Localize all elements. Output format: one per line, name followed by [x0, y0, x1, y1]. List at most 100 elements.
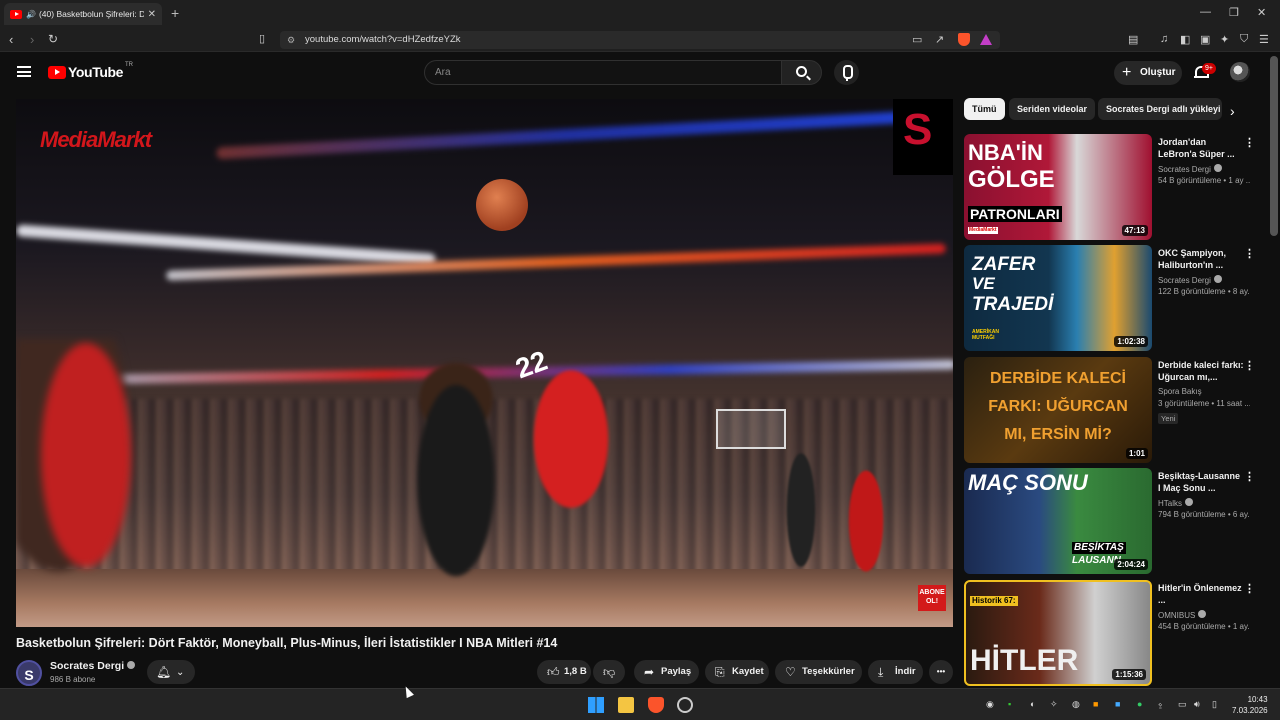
recommendation-title[interactable]: Derbide kaleci farkı: Uğurcan mı,... [1158, 359, 1244, 383]
tray-icon[interactable]: ● [1137, 699, 1142, 709]
new-tab-button[interactable]: + [171, 5, 179, 21]
search-input[interactable]: Ara [424, 60, 782, 85]
close-window-button[interactable]: ✕ [1257, 6, 1266, 19]
site-settings-icon[interactable]: ⚙ [287, 31, 295, 49]
file-explorer-icon[interactable] [618, 697, 634, 713]
recommendation-title[interactable]: Beşiktaş-Lausanne I Maç Sonu ... [1158, 470, 1244, 494]
more-actions-button[interactable]: ••• [929, 660, 953, 684]
thanks-button[interactable]: ♡ Teşekkürler [775, 660, 862, 684]
recommendation-channel[interactable]: Socrates Dergi [1158, 275, 1222, 285]
recommendation-item[interactable]: MAÇ SONU BEŞİKTAŞ LAUSANN 2:04:24 Beşikt… [964, 468, 1264, 574]
thumb-text-line: HİTLER [970, 644, 1079, 677]
sidebar-icon[interactable]: ◧ [1180, 33, 1190, 46]
share-page-icon[interactable]: ↗ [935, 33, 944, 46]
volume-icon[interactable]: 🔊︎ [1194, 699, 1200, 710]
mediamarkt-logo: MediaMarkt [40, 127, 152, 152]
recommendation-item[interactable]: NBA'İN GÖLGE PATRONLARI MediaMarkt 47:13… [964, 134, 1264, 240]
dislike-button[interactable]: 👎︎ [593, 660, 625, 684]
chip-series[interactable]: Seriden videolar [1009, 98, 1096, 120]
tray-icon[interactable]: ◉ [986, 699, 994, 710]
chip-uploader[interactable]: Socrates Dergi adlı yükleyi [1098, 98, 1222, 120]
kebab-menu-icon[interactable]: ⋮ [1244, 136, 1255, 149]
recommendation-item[interactable]: DERBİDE KALECİ FARKI: UĞURCAN MI, ERSİN … [964, 357, 1264, 463]
wallet-icon[interactable]: ▣ [1200, 33, 1210, 46]
tray-icon[interactable]: ■ [1115, 699, 1120, 709]
recommendation-channel[interactable]: Spora Bakış [1158, 387, 1202, 396]
forward-icon[interactable]: › [30, 32, 34, 47]
media-icon[interactable]: ♫ [1160, 33, 1168, 45]
create-button[interactable]: + Oluştur [1114, 61, 1182, 85]
restore-button[interactable]: ❐ [1229, 6, 1239, 19]
brave-rewards-icon[interactable] [980, 34, 992, 45]
blurred-player-left [16, 339, 156, 627]
recommendation-title[interactable]: OKC Şampiyon, Haliburton'ın ... [1158, 247, 1244, 271]
tray-icon[interactable]: ■ [1093, 699, 1098, 709]
page-scrollbar[interactable] [1270, 56, 1278, 236]
brave-browser-icon[interactable] [648, 697, 664, 713]
kebab-menu-icon[interactable]: ⋮ [1244, 582, 1255, 595]
recommendation-thumbnail[interactable]: MAÇ SONU BEŞİKTAŞ LAUSANN 2:04:24 [964, 468, 1152, 574]
network-icon[interactable]: ▭ [1178, 699, 1187, 710]
battery-icon[interactable]: ▯ [1212, 699, 1217, 710]
speaker-icon[interactable]: 🔊 [26, 10, 36, 19]
guide-menu-icon[interactable] [17, 66, 31, 77]
youtube-wordmark: YouTube [68, 64, 124, 80]
minimize-button[interactable]: — [1200, 6, 1211, 18]
notification-bell-button[interactable]: 🔔︎ ⌄ [147, 660, 195, 684]
video-player[interactable]: 22 MediaMarkt S ABONE OL! [16, 99, 953, 627]
voice-search-icon[interactable] [834, 60, 859, 85]
recommendation-item[interactable]: ZAFER VE TRAJEDİ AMERİKAN MUTFAĞI 1:02:3… [964, 245, 1264, 351]
video-title: Basketbolun Şifreleri: Dört Faktör, Mone… [16, 636, 558, 650]
browser-tab-active[interactable]: 🔊 (40) Basketbolun Şifreleri: Dört ✕ [4, 3, 162, 25]
menu-icon[interactable]: ☰ [1259, 33, 1269, 46]
reload-icon[interactable]: ↻ [48, 32, 58, 46]
share-button[interactable]: ➦ Paylaş [634, 660, 699, 684]
recommendation-thumbnail[interactable]: DERBİDE KALECİ FARKI: UĞURCAN MI, ERSİN … [964, 357, 1152, 463]
save-label: Kaydet [732, 666, 764, 677]
recommendation-item[interactable]: Historik 67: HİTLER 1:15:36 Hitler'in Ön… [964, 580, 1264, 686]
like-button[interactable]: 👍︎ 1,8 B [537, 660, 591, 684]
microphone-icon[interactable]: ⍚ [1158, 699, 1163, 710]
kebab-menu-icon[interactable]: ⋮ [1244, 470, 1255, 483]
tray-icon[interactable]: ◐ [1030, 699, 1035, 709]
recommendation-title[interactable]: Hitler'in Önlenemez ... [1158, 582, 1244, 606]
save-button[interactable]: ⎘ Kaydet [705, 660, 769, 684]
tray-icon[interactable]: ▪ [1008, 699, 1011, 709]
recommendation-channel[interactable]: HTalks [1158, 498, 1194, 508]
vpn-icon[interactable]: ⛉ [1240, 33, 1248, 46]
thumb-text-line: GÖLGE [968, 166, 1055, 193]
brave-shield-icon[interactable] [958, 33, 970, 46]
youtube-logo[interactable]: YouTube TR [48, 62, 133, 80]
tray-icon[interactable]: ◍ [1072, 699, 1080, 710]
app-icon[interactable] [677, 697, 693, 713]
recommendation-meta: 122 B görüntüleme • 8 ay... [1158, 287, 1250, 296]
search-button[interactable] [781, 60, 822, 85]
cast-icon[interactable]: ▭ [912, 33, 922, 46]
chip-all[interactable]: Tümü [964, 98, 1005, 120]
download-button[interactable]: ⤓ İndir [868, 660, 923, 684]
recommendation-thumbnail[interactable]: Historik 67: HİTLER 1:15:36 [964, 580, 1152, 686]
tray-icon[interactable]: ✧ [1050, 699, 1058, 710]
channel-avatar[interactable]: S [16, 660, 42, 686]
share-label: Paylaş [661, 666, 692, 677]
taskbar-clock[interactable]: 10:43 7.03.2026 [1232, 694, 1268, 716]
duration-badge: 1:01 [1125, 448, 1148, 459]
back-icon[interactable]: ‹ [9, 32, 13, 47]
leo-ai-icon[interactable]: ✦ [1220, 33, 1229, 46]
windows-start-icon[interactable] [588, 697, 604, 713]
url-field[interactable]: ⚙ youtube.com/watch?v=dHZedfzeYZk [280, 31, 1000, 49]
subscribe-overlay[interactable]: ABONE OL! [918, 585, 946, 611]
bookmark-icon[interactable]: ▯ [259, 32, 265, 45]
reader-mode-icon[interactable]: ▤ [1128, 33, 1138, 46]
recommendation-channel[interactable]: OMNIBUS [1158, 610, 1207, 620]
channel-name[interactable]: Socrates Dergi [50, 660, 136, 672]
kebab-menu-icon[interactable]: ⋮ [1244, 247, 1255, 260]
account-avatar[interactable] [1230, 62, 1250, 82]
recommendation-channel[interactable]: Socrates Dergi [1158, 164, 1222, 174]
kebab-menu-icon[interactable]: ⋮ [1244, 359, 1255, 372]
recommendation-title[interactable]: Jordan'dan LeBron'a Süper ... [1158, 136, 1244, 160]
chevron-right-icon[interactable]: › [1230, 103, 1235, 119]
recommendation-thumbnail[interactable]: ZAFER VE TRAJEDİ AMERİKAN MUTFAĞI 1:02:3… [964, 245, 1152, 351]
tab-close-icon[interactable]: ✕ [148, 9, 156, 20]
recommendation-thumbnail[interactable]: NBA'İN GÖLGE PATRONLARI MediaMarkt 47:13 [964, 134, 1152, 240]
